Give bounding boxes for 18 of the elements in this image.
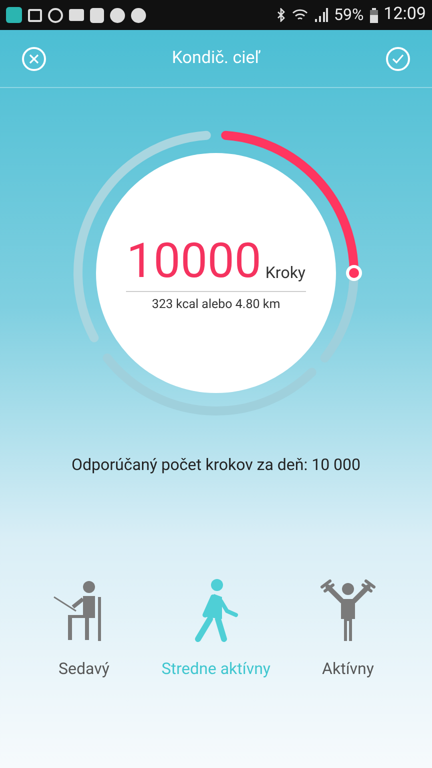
confirm-button[interactable] <box>386 46 410 70</box>
slider-handle[interactable] <box>346 265 362 281</box>
signal-icon <box>314 8 328 22</box>
clock: 12:09 <box>384 3 426 26</box>
close-icon <box>29 54 39 64</box>
check-icon <box>392 54 404 64</box>
recommendation-text: Odporúčaný počet krokov za deň: 10 000 <box>71 454 361 476</box>
step-unit: Kroky <box>265 265 306 282</box>
activity-option[interactable]: Aktívny <box>286 577 410 681</box>
step-goal-value: 10000 <box>126 237 262 286</box>
screen-title: Kondič. cieľ <box>172 46 260 70</box>
bluetooth-icon <box>276 8 286 22</box>
battery-icon <box>370 8 378 22</box>
close-button[interactable] <box>22 46 46 70</box>
activity-option[interactable]: Sedavý <box>22 577 146 681</box>
wifi-icon <box>292 8 308 22</box>
battery-percent: 59% <box>334 4 364 26</box>
calorie-distance-text: 323 kcal alebo 4.80 km <box>152 296 280 314</box>
